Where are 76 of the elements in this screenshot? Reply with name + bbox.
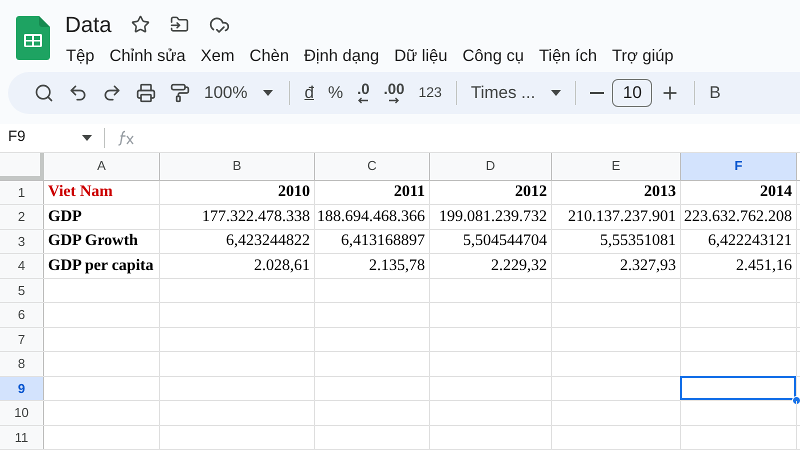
table-cell: GDP Growth bbox=[44, 230, 160, 253]
row-header[interactable]: 2 bbox=[0, 205, 44, 228]
row-header[interactable]: 1 bbox=[0, 180, 44, 204]
zoom-dropdown[interactable]: 100% bbox=[198, 74, 282, 111]
menu-item[interactable]: Chèn bbox=[242, 42, 296, 71]
column-header[interactable]: C bbox=[315, 152, 430, 180]
table-cell: 210.137.237.901 bbox=[552, 205, 681, 228]
row-header[interactable]: 5 bbox=[0, 278, 44, 302]
table-cell: 2010 bbox=[160, 180, 315, 204]
row-header[interactable]: 3 bbox=[0, 230, 44, 253]
format-button[interactable]: đ bbox=[298, 74, 320, 111]
menu-item[interactable]: Công cụ bbox=[455, 42, 531, 71]
table-cell: 2014 bbox=[681, 180, 797, 204]
format-button[interactable]: % bbox=[322, 74, 350, 111]
row-header[interactable]: 9 bbox=[0, 376, 44, 400]
font-size-field[interactable]: 10 bbox=[612, 78, 652, 107]
printer-icon bbox=[136, 82, 156, 103]
table-cell: 2.327,93 bbox=[552, 254, 681, 278]
table-cell: 5,504544704 bbox=[430, 230, 552, 253]
menu-item[interactable]: Tiện ích bbox=[532, 42, 604, 71]
menu-item[interactable]: Dữ liệu bbox=[387, 42, 454, 71]
row-header[interactable]: 8 bbox=[0, 352, 44, 376]
redo-icon bbox=[102, 82, 122, 103]
table-cell: Viet Nam bbox=[44, 180, 160, 204]
table-cell: 2.028,61 bbox=[160, 254, 315, 278]
document-title[interactable]: Data bbox=[65, 8, 112, 40]
column-header[interactable]: A bbox=[44, 152, 160, 180]
format-button[interactable]: B bbox=[703, 74, 727, 111]
more-formats-button[interactable]: 123 bbox=[412, 74, 448, 111]
column-header[interactable]: D bbox=[430, 152, 552, 180]
menu-item[interactable]: Trợ giúp bbox=[605, 42, 681, 71]
name-box[interactable]: F9 bbox=[8, 126, 26, 149]
arrow-icon bbox=[388, 96, 400, 104]
table-cell: 6,423244822 bbox=[160, 230, 315, 253]
menu-item[interactable]: Xem bbox=[194, 42, 242, 71]
sheets-logo-icon bbox=[16, 16, 50, 60]
column-header[interactable]: E bbox=[552, 152, 681, 180]
move-folder-icon[interactable] bbox=[170, 14, 190, 34]
table-cell: 6,413168897 bbox=[315, 230, 430, 253]
menu-item[interactable]: Tệp bbox=[59, 42, 102, 71]
table-cell: 2.135,78 bbox=[315, 254, 430, 278]
table-cell: 2012 bbox=[430, 180, 552, 204]
table-cell: 6,422243121 bbox=[681, 230, 797, 253]
column-header[interactable]: F bbox=[681, 152, 797, 180]
star-icon[interactable] bbox=[131, 14, 150, 34]
caret-icon bbox=[551, 90, 562, 96]
paint-roller-icon bbox=[170, 82, 190, 103]
table-cell: GDP bbox=[44, 205, 160, 228]
table-cell: 188.694.468.366 bbox=[315, 205, 430, 228]
undo-icon bbox=[68, 82, 88, 103]
table-cell: 2.451,16 bbox=[681, 254, 797, 278]
table-cell: 2011 bbox=[315, 180, 430, 204]
decrease-decimal-button[interactable]: .0 bbox=[351, 74, 376, 111]
menu-item[interactable]: Định dạng bbox=[297, 42, 386, 71]
table-cell: 223.632.762.208 bbox=[681, 205, 797, 228]
row-header[interactable]: 10 bbox=[0, 401, 44, 424]
column-header[interactable]: B bbox=[160, 152, 315, 180]
fill-handle[interactable] bbox=[792, 396, 800, 405]
caret-icon bbox=[82, 134, 92, 141]
increase-decimal-button[interactable]: .00 bbox=[378, 74, 410, 111]
table-cell: 5,55351081 bbox=[552, 230, 681, 253]
table-cell: 199.081.239.732 bbox=[430, 205, 552, 228]
table-cell: 2013 bbox=[552, 180, 681, 204]
table-cell: GDP per capita bbox=[44, 254, 160, 278]
row-header[interactable]: 4 bbox=[0, 254, 44, 278]
table-cell: 177.322.478.338 bbox=[160, 205, 315, 228]
arrow-icon bbox=[357, 96, 370, 104]
menu-item[interactable]: Chỉnh sửa bbox=[102, 42, 193, 71]
table-cell: 2.229,32 bbox=[430, 254, 552, 278]
row-header[interactable]: 6 bbox=[0, 303, 44, 326]
minus-icon bbox=[590, 92, 604, 94]
font-dropdown[interactable]: Times ... bbox=[464, 74, 568, 111]
row-header[interactable]: 7 bbox=[0, 328, 44, 351]
row-header[interactable]: 11 bbox=[0, 426, 44, 449]
search-icon bbox=[34, 82, 54, 103]
caret-icon bbox=[263, 90, 274, 96]
